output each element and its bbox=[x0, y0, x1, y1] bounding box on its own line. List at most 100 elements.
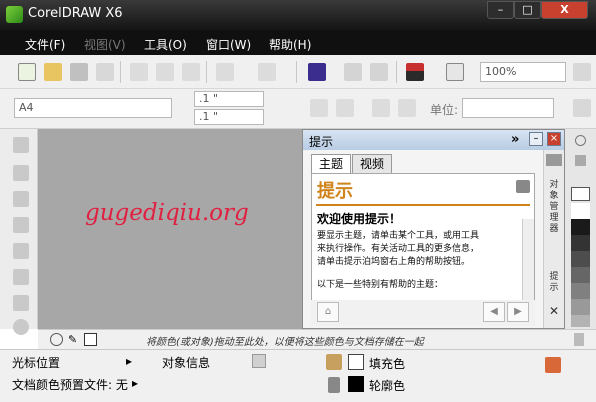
color-swatch[interactable] bbox=[571, 235, 590, 251]
menu-bar: 文件(F) 视图(V) 工具(O) 窗口(W) 帮助(H) bbox=[0, 30, 596, 55]
freehand-tool-icon[interactable] bbox=[13, 243, 29, 259]
color-swatch[interactable] bbox=[571, 203, 590, 219]
color-swatch[interactable] bbox=[571, 219, 590, 235]
welcome-screen-icon[interactable] bbox=[446, 63, 464, 81]
palette-scroll-icon[interactable] bbox=[574, 333, 584, 346]
toolbar-options-icon[interactable] bbox=[573, 63, 591, 81]
page-width-input[interactable]: .1 " bbox=[194, 91, 264, 107]
pick-tool-icon[interactable] bbox=[13, 137, 29, 153]
menu-help[interactable]: 帮助(H) bbox=[269, 36, 311, 53]
zoom-level-select[interactable]: 100% bbox=[480, 62, 566, 82]
fill-bucket-icon bbox=[326, 354, 342, 370]
coreldraw-logo-icon bbox=[6, 6, 23, 23]
pen-nib-icon bbox=[328, 377, 340, 393]
menu-view[interactable]: 视图(V) bbox=[84, 36, 126, 53]
docker-header: 提示 » – × bbox=[303, 130, 564, 150]
open-folder-icon[interactable] bbox=[44, 63, 62, 81]
home-icon[interactable]: ⌂ bbox=[317, 302, 339, 322]
menu-tools[interactable]: 工具(O) bbox=[144, 36, 187, 53]
zoom-tool-icon[interactable] bbox=[13, 217, 29, 233]
unit-label: 单位: bbox=[430, 103, 459, 117]
hint-body-text: 要显示主题，请单击某个工具，或用工具 来执行操作。有关活动工具的更多信息， 请单… bbox=[317, 230, 517, 269]
title-bar: CorelDRAW X6 – □ X bbox=[0, 0, 596, 30]
property-bar: A4 .1 " .1 " 单位: bbox=[0, 89, 596, 129]
pin-icon[interactable] bbox=[546, 154, 562, 166]
drawing-canvas[interactable] bbox=[38, 129, 302, 329]
palette-menu-icon[interactable] bbox=[575, 135, 586, 146]
unit-select[interactable] bbox=[462, 98, 554, 118]
side-tab-hints[interactable]: 提示 bbox=[546, 272, 562, 296]
outline-color-swatch[interactable] bbox=[348, 376, 364, 392]
object-info-icon[interactable] bbox=[252, 354, 266, 368]
status-bar: 光标位置 ▸ 对象信息 文档颜色预置文件: 无 ▸ 填充色 轮廓色 bbox=[0, 349, 596, 402]
side-tab-object-manager[interactable]: 对象管理器 bbox=[546, 180, 562, 250]
forward-arrow-icon[interactable]: ▶ bbox=[507, 302, 529, 322]
expand-chevron-icon[interactable]: » bbox=[511, 132, 519, 147]
maximize-button[interactable]: □ bbox=[514, 1, 541, 19]
palette-scroll-up-icon[interactable] bbox=[575, 155, 586, 166]
color-swatch[interactable] bbox=[571, 315, 590, 327]
docker-title: 提示 bbox=[309, 135, 334, 149]
book-icon[interactable] bbox=[516, 180, 530, 193]
cursor-arrow-icon[interactable]: ▸ bbox=[126, 354, 132, 368]
cursor-position-label: 光标位置 bbox=[12, 356, 61, 370]
rectangle-tool-icon[interactable] bbox=[13, 295, 29, 311]
smart-fill-tool-icon[interactable] bbox=[13, 269, 29, 285]
undo-icon[interactable] bbox=[216, 63, 234, 81]
back-arrow-icon[interactable]: ◀ bbox=[483, 302, 505, 322]
document-palette-bar: ✎ 将颜色(或对象)拖动至此处，以便将这些颜色与文档存储在一起 bbox=[38, 329, 596, 349]
hint-scrollbar[interactable] bbox=[522, 219, 534, 302]
hint-body-line: 要显示主题，请单击某个工具，或用工具 bbox=[317, 231, 480, 241]
close-button[interactable]: X bbox=[541, 1, 588, 19]
current-page-icon[interactable] bbox=[398, 99, 416, 117]
crop-tool-icon[interactable] bbox=[13, 191, 29, 207]
color-swatch[interactable] bbox=[571, 283, 590, 299]
save-icon[interactable] bbox=[70, 63, 88, 81]
menu-window[interactable]: 窗口(W) bbox=[206, 36, 251, 53]
redo-icon[interactable] bbox=[258, 63, 276, 81]
docker-minimize-button[interactable]: – bbox=[529, 132, 543, 146]
copy-icon[interactable] bbox=[156, 63, 174, 81]
profile-arrow-icon[interactable]: ▸ bbox=[132, 376, 138, 390]
color-swatch[interactable] bbox=[571, 251, 590, 267]
paste-icon[interactable] bbox=[182, 63, 200, 81]
page-height-input[interactable]: .1 " bbox=[194, 109, 264, 125]
print-icon[interactable] bbox=[96, 63, 114, 81]
color-swatch[interactable] bbox=[571, 267, 590, 283]
tab-videos[interactable]: 视频 bbox=[352, 154, 392, 174]
minimize-button[interactable]: – bbox=[487, 1, 514, 19]
export-icon[interactable] bbox=[370, 63, 388, 81]
import-icon[interactable] bbox=[344, 63, 362, 81]
application-launcher-icon[interactable] bbox=[406, 63, 424, 81]
tab-topics[interactable]: 主题 bbox=[311, 154, 351, 174]
hint-heading: 提示 bbox=[317, 181, 353, 202]
hint-content-pane: 提示 欢迎使用提示！ 要显示主题，请单击某个工具，或用工具 来执行操作。有关活动… bbox=[311, 173, 535, 303]
color-swatch[interactable] bbox=[571, 299, 590, 315]
nudge-icon[interactable] bbox=[573, 99, 591, 117]
document-color-profile[interactable]: 文档颜色预置文件: 无 bbox=[12, 376, 128, 393]
shape-tool-icon[interactable] bbox=[13, 165, 29, 181]
cut-icon[interactable] bbox=[130, 63, 148, 81]
no-fill-icon[interactable] bbox=[84, 333, 97, 346]
ellipse-tool-icon[interactable] bbox=[13, 319, 29, 335]
standard-toolbar: 100% bbox=[0, 55, 596, 89]
portrait-icon[interactable] bbox=[310, 99, 328, 117]
eyedropper-icon[interactable]: ✎ bbox=[68, 333, 80, 346]
hints-docker: 提示 » – × 主题 视频 提示 欢迎使用提示！ 要显示主题，请单击某个工具，… bbox=[302, 129, 565, 329]
page-size-select[interactable]: A4 bbox=[14, 98, 172, 118]
new-document-icon[interactable] bbox=[18, 63, 36, 81]
hint-body-line: 来执行操作。有关活动工具的更多信息， bbox=[317, 244, 480, 254]
user-account-icon[interactable] bbox=[545, 357, 561, 373]
docker-close-button[interactable]: × bbox=[547, 132, 561, 146]
side-close-icon[interactable]: ✕ bbox=[546, 305, 562, 317]
toolbox bbox=[0, 129, 38, 335]
search-content-icon[interactable] bbox=[308, 63, 326, 81]
hint-body-line: 请单击提示泊坞窗右上角的帮助按钮。 bbox=[317, 257, 471, 267]
landscape-icon[interactable] bbox=[336, 99, 354, 117]
palette-play-icon[interactable] bbox=[50, 333, 63, 346]
fill-color-swatch[interactable] bbox=[348, 354, 364, 370]
menu-file[interactable]: 文件(F) bbox=[25, 36, 65, 53]
no-color-swatch[interactable] bbox=[571, 187, 590, 201]
all-pages-icon[interactable] bbox=[372, 99, 390, 117]
object-info-label: 对象信息 bbox=[162, 356, 211, 370]
